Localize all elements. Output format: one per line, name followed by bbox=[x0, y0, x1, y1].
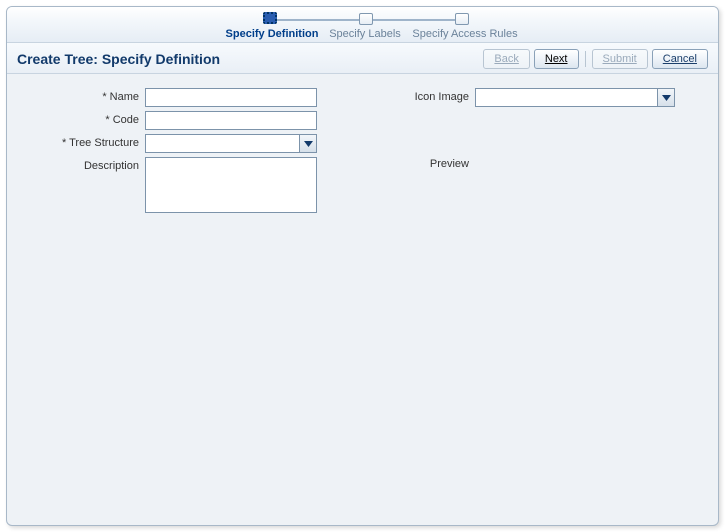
code-label: Code bbox=[19, 111, 139, 126]
cancel-button[interactable]: Cancel bbox=[652, 49, 708, 69]
back-button: Back bbox=[483, 49, 529, 69]
dropdown-arrow-icon[interactable] bbox=[299, 135, 316, 152]
button-separator bbox=[585, 51, 586, 67]
form-column-right: Icon Image Preview bbox=[389, 88, 675, 213]
wizard-train: Specify Definition Specify Labels Specif… bbox=[217, 11, 517, 41]
train-label-specify-definition[interactable]: Specify Definition bbox=[217, 28, 327, 40]
button-row: Back Next Submit Cancel bbox=[483, 49, 708, 69]
name-label: Name bbox=[19, 88, 139, 103]
tree-structure-select[interactable] bbox=[145, 134, 317, 153]
icon-image-select[interactable] bbox=[475, 88, 675, 107]
submit-button: Submit bbox=[592, 49, 648, 69]
form-column-left: Name Code Tree Structure Description bbox=[19, 88, 349, 213]
description-label: Description bbox=[19, 157, 139, 172]
name-field[interactable] bbox=[145, 88, 317, 107]
tree-structure-label: Tree Structure bbox=[19, 134, 139, 149]
train-stop-specify-definition[interactable] bbox=[263, 12, 277, 24]
train-stop-specify-labels[interactable] bbox=[359, 13, 373, 25]
next-button[interactable]: Next bbox=[534, 49, 579, 69]
train-label-specify-access-rules[interactable]: Specify Access Rules bbox=[405, 28, 525, 40]
wizard-train-bar: Specify Definition Specify Labels Specif… bbox=[7, 7, 718, 43]
icon-image-label: Icon Image bbox=[389, 88, 469, 103]
title-bar: Create Tree: Specify Definition Back Nex… bbox=[7, 43, 718, 74]
dropdown-arrow-icon[interactable] bbox=[657, 89, 674, 106]
code-field[interactable] bbox=[145, 111, 317, 130]
description-field[interactable] bbox=[145, 157, 317, 213]
train-label-specify-labels[interactable]: Specify Labels bbox=[325, 28, 405, 40]
train-stop-specify-access-rules[interactable] bbox=[455, 13, 469, 25]
wizard-container: Specify Definition Specify Labels Specif… bbox=[6, 6, 719, 526]
preview-label: Preview bbox=[389, 155, 469, 170]
page-title: Create Tree: Specify Definition bbox=[17, 51, 220, 67]
form-area: Name Code Tree Structure Description Ico… bbox=[7, 74, 718, 227]
